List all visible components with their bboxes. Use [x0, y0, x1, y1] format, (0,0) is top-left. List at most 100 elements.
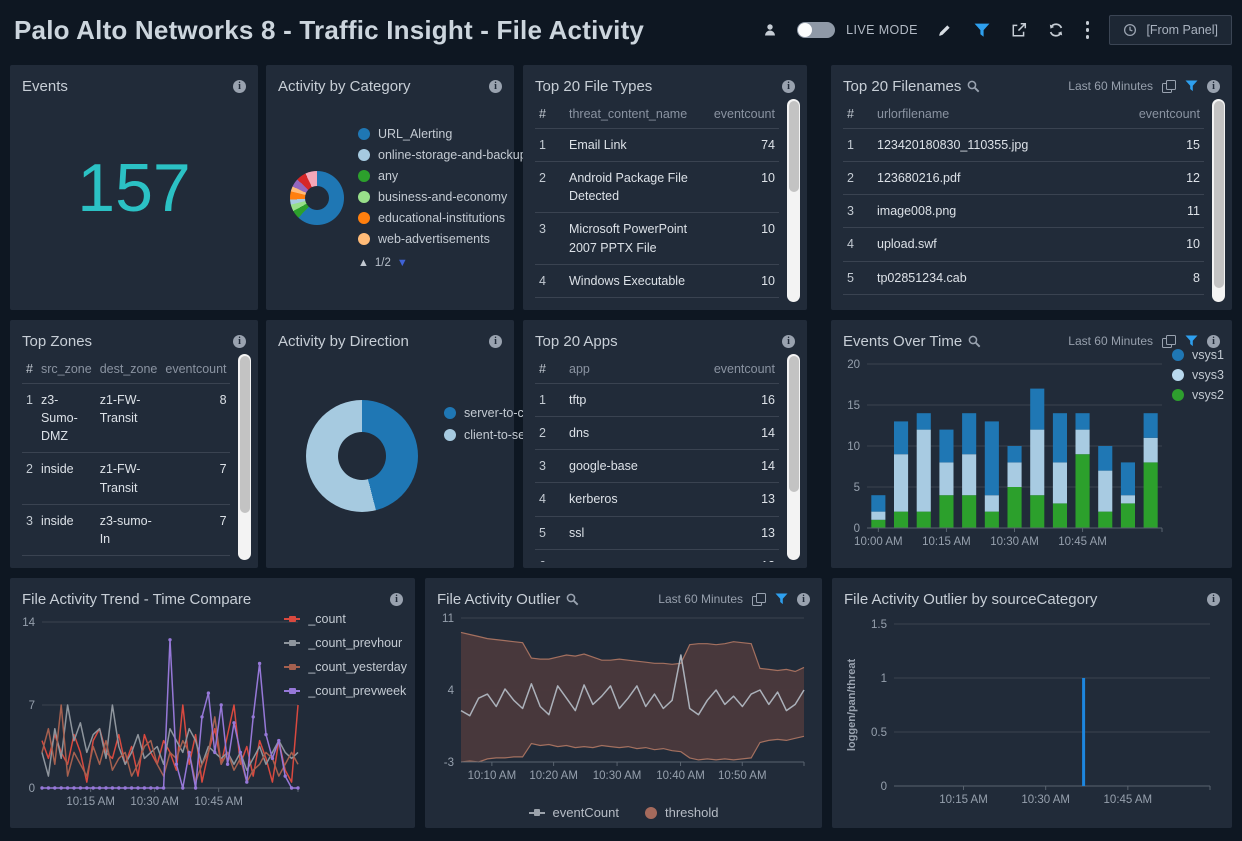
info-icon[interactable]: [233, 335, 246, 348]
info-icon[interactable]: [489, 335, 502, 348]
legend-item[interactable]: vsys3: [1172, 368, 1224, 382]
legend-swatch: [284, 642, 300, 644]
column-header: eventcount: [678, 356, 779, 384]
legend-swatch: [645, 807, 657, 819]
time-range-label: [From Panel]: [1146, 23, 1218, 37]
panel-top-zones: Top Zones #src_zonedest_zoneeventcount1z…: [10, 320, 258, 568]
scrollbar[interactable]: [787, 99, 800, 302]
outlier-chart[interactable]: -341110:10 AM10:20 AM10:30 AM10:40 AM10:…: [433, 610, 814, 790]
table-row: 3insidez3-sumo-In7: [22, 504, 230, 555]
svg-text:0: 0: [881, 781, 887, 793]
table-row: 6msrpc12: [535, 549, 779, 562]
svg-text:10:50 AM: 10:50 AM: [718, 770, 767, 782]
legend-label: vsys2: [1192, 388, 1224, 402]
events-over-time-chart[interactable]: 0510152010:00 AM10:15 AM10:30 AM10:45 AM: [835, 350, 1228, 562]
live-mode-toggle[interactable]: [797, 22, 835, 38]
time-range-chip: Last 60 Minutes: [658, 592, 743, 606]
scrollbar[interactable]: [787, 354, 800, 560]
table-row: 1tftp16: [535, 384, 779, 417]
info-icon[interactable]: [390, 593, 403, 606]
trend-chart[interactable]: 071410:15 AM10:30 AM10:45 AM: [14, 608, 304, 820]
edit-pencil-icon[interactable]: [935, 20, 955, 40]
info-icon[interactable]: [489, 80, 502, 93]
pager-up-icon[interactable]: [358, 257, 369, 269]
legend-item[interactable]: online-storage-and-backup: [358, 148, 527, 162]
legend-item[interactable]: eventCount: [529, 805, 620, 820]
clock-icon: [1123, 23, 1137, 37]
share-icon[interactable]: [1009, 20, 1029, 40]
svg-text:10:10 AM: 10:10 AM: [468, 770, 517, 782]
copy-panel-icon[interactable]: [752, 593, 766, 606]
table-row: 5PNG File Upload9: [535, 297, 779, 304]
column-header: #: [22, 356, 37, 384]
panel-trend-time-compare: File Activity Trend - Time Compare 07141…: [10, 578, 415, 828]
legend-item[interactable]: vsys2: [1172, 388, 1224, 402]
search-magnifier-icon[interactable]: [967, 80, 980, 93]
legend-item[interactable]: any: [358, 169, 527, 183]
time-range-chip: Last 60 Minutes: [1068, 79, 1153, 93]
panel-events: Events 157: [10, 65, 258, 310]
legend-label: eventCount: [553, 805, 620, 820]
info-icon[interactable]: [1207, 80, 1220, 93]
legend-item[interactable]: educational-institutions: [358, 211, 527, 225]
search-magnifier-icon[interactable]: [566, 593, 579, 606]
svg-text:0: 0: [854, 523, 860, 535]
events-over-time-legend: vsys1 vsys3 vsys2: [1172, 348, 1224, 402]
info-icon[interactable]: [1207, 593, 1220, 606]
panel-title: File Activity Trend - Time Compare: [22, 591, 251, 608]
legend-item[interactable]: business-and-economy: [358, 190, 527, 204]
svg-text:10:30 AM: 10:30 AM: [1021, 794, 1070, 806]
table-row: 4Windows Executable10: [535, 264, 779, 297]
outlier-by-source-chart[interactable]: 00.511.510:15 AM10:30 AM10:45 AMloggen/p…: [838, 608, 1226, 820]
legend-item[interactable]: vsys1: [1172, 348, 1224, 362]
info-icon[interactable]: [782, 80, 795, 93]
legend-item[interactable]: threshold: [645, 805, 718, 820]
legend-swatch: [284, 618, 300, 620]
copy-panel-icon[interactable]: [1162, 80, 1176, 93]
info-icon[interactable]: [797, 593, 810, 606]
pager-down-icon[interactable]: [397, 257, 408, 269]
legend-item[interactable]: _count_yesterday: [284, 660, 407, 674]
legend-item[interactable]: web-advertisements: [358, 232, 527, 246]
legend-swatch: [358, 149, 370, 161]
more-menu-icon[interactable]: [1083, 20, 1093, 41]
panel-title: Top 20 Filenames: [843, 78, 961, 95]
legend-label: _count_prevhour: [308, 636, 402, 650]
live-mode-label: LIVE MODE: [846, 23, 918, 37]
legend-label: _count: [308, 612, 346, 626]
info-icon[interactable]: [233, 80, 246, 93]
pager-label: 1/2: [375, 257, 391, 269]
scrollbar[interactable]: [1212, 99, 1225, 302]
column-header: threat_content_name: [565, 101, 710, 129]
filter-icon[interactable]: [972, 20, 992, 40]
legend-item[interactable]: _count: [284, 612, 407, 626]
panel-filter-icon[interactable]: [1185, 80, 1198, 92]
copy-panel-icon[interactable]: [1162, 335, 1176, 348]
legend-swatch: [284, 666, 300, 668]
dashboard: Palo Alto Networks 8 - Traffic Insight -…: [0, 0, 1242, 841]
panel-filter-icon[interactable]: [775, 593, 788, 605]
svg-text:0.5: 0.5: [871, 727, 887, 739]
legend-pager: 1/2: [358, 257, 527, 269]
refresh-icon[interactable]: [1046, 20, 1066, 40]
panel-title: Events Over Time: [843, 333, 962, 350]
info-icon[interactable]: [782, 335, 795, 348]
legend-item[interactable]: _count_prevhour: [284, 636, 407, 650]
legend-label: any: [378, 169, 398, 183]
legend-item[interactable]: _count_prevweek: [284, 684, 407, 698]
category-donut-chart[interactable]: [290, 171, 344, 225]
legend-item[interactable]: URL_Alerting: [358, 127, 527, 141]
time-range-button[interactable]: [From Panel]: [1109, 15, 1232, 45]
direction-donut-chart[interactable]: [306, 400, 418, 512]
panel-filter-icon[interactable]: [1185, 335, 1198, 347]
legend-swatch: [284, 690, 300, 692]
table-row: 5ssl13: [535, 516, 779, 549]
scrollbar[interactable]: [238, 354, 251, 560]
info-icon[interactable]: [1207, 335, 1220, 348]
svg-text:14: 14: [22, 617, 35, 629]
trend-legend: _count _count_prevhour _count_yesterday _co…: [284, 612, 407, 698]
svg-text:10:40 AM: 10:40 AM: [656, 770, 705, 782]
file-types-table: #threat_content_nameeventcount1Email Lin…: [535, 101, 779, 304]
user-icon[interactable]: [760, 20, 780, 40]
search-magnifier-icon[interactable]: [968, 335, 981, 348]
